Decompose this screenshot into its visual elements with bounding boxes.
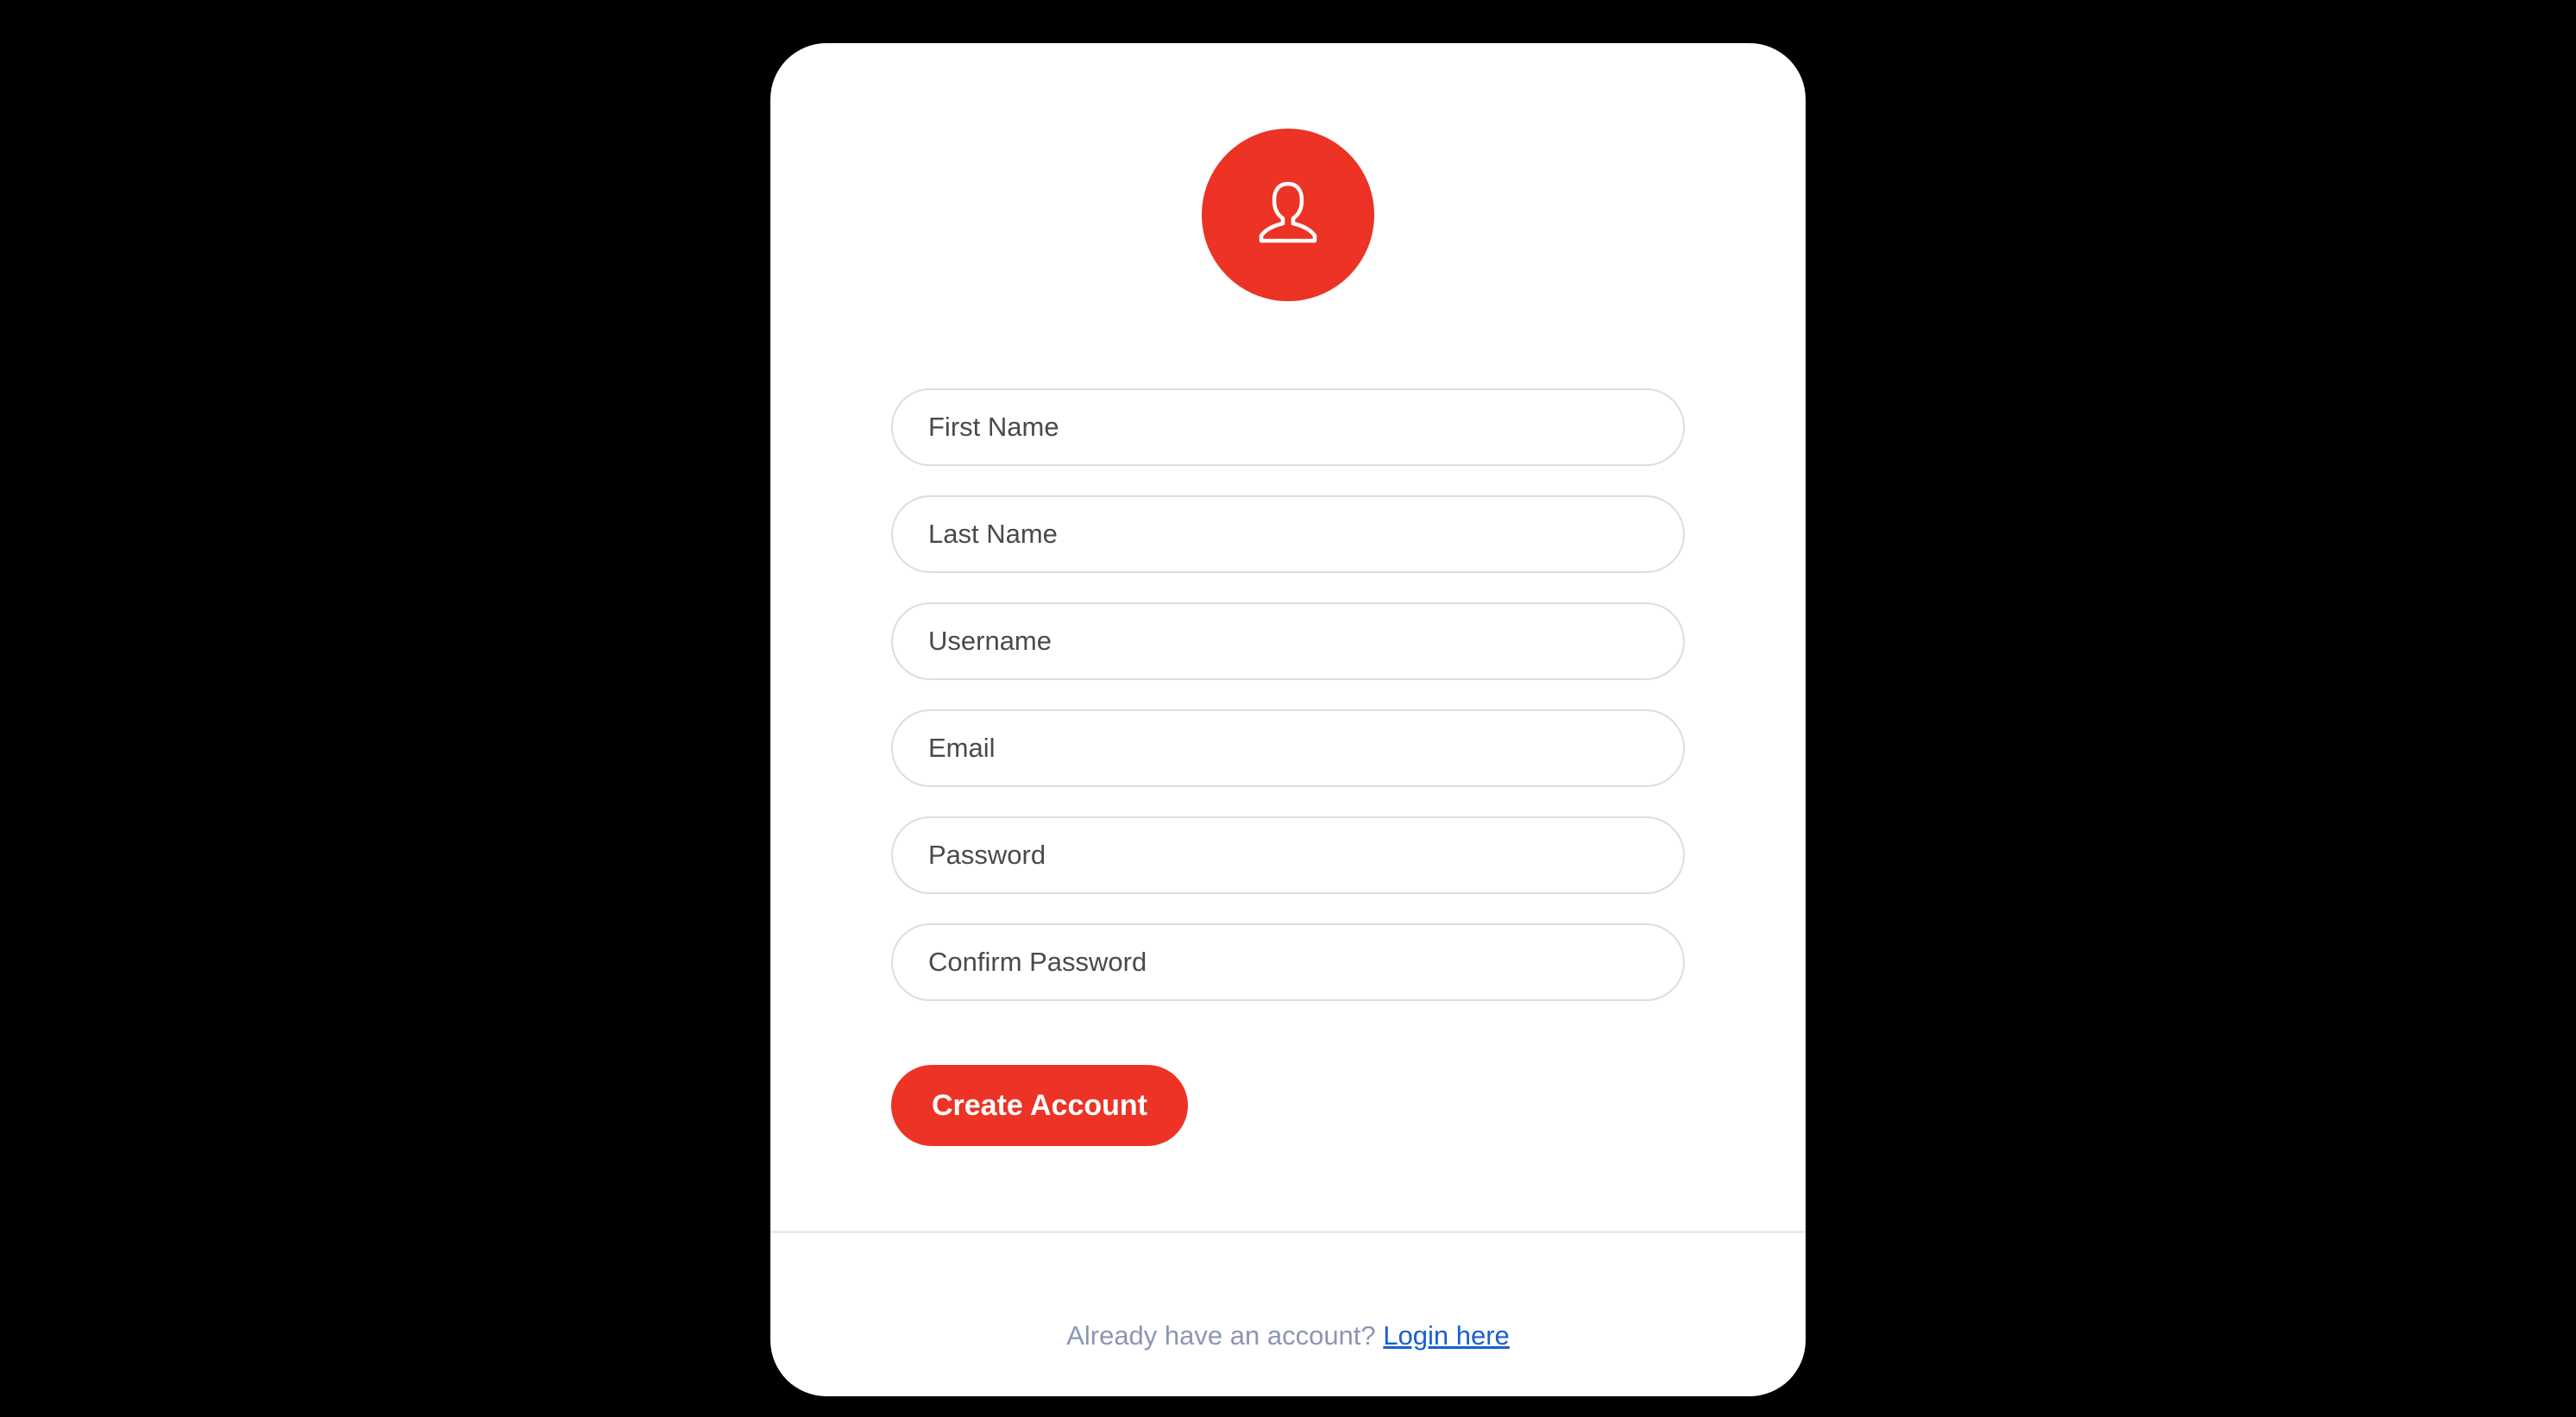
avatar (1202, 129, 1374, 301)
signup-card: Create Account Already have an account? … (770, 43, 1806, 1396)
first-name-input[interactable] (893, 390, 1683, 464)
last-name-field[interactable] (891, 495, 1685, 573)
first-name-field[interactable] (891, 388, 1685, 466)
login-prompt: Already have an account? Login here (770, 1319, 1806, 1353)
footer-divider (770, 1231, 1806, 1233)
last-name-input[interactable] (893, 497, 1683, 571)
login-prompt-text: Already have an account? (1066, 1320, 1376, 1351)
confirm-password-field[interactable] (891, 923, 1685, 1001)
username-field[interactable] (891, 602, 1685, 680)
password-field[interactable] (891, 816, 1685, 894)
confirm-password-input[interactable] (893, 925, 1683, 999)
create-account-button[interactable]: Create Account (891, 1065, 1188, 1146)
email-input[interactable] (893, 711, 1683, 785)
login-link[interactable]: Login here (1383, 1320, 1510, 1351)
username-input[interactable] (893, 604, 1683, 678)
password-input[interactable] (893, 818, 1683, 892)
email-field[interactable] (891, 709, 1685, 787)
user-icon (1259, 181, 1317, 243)
